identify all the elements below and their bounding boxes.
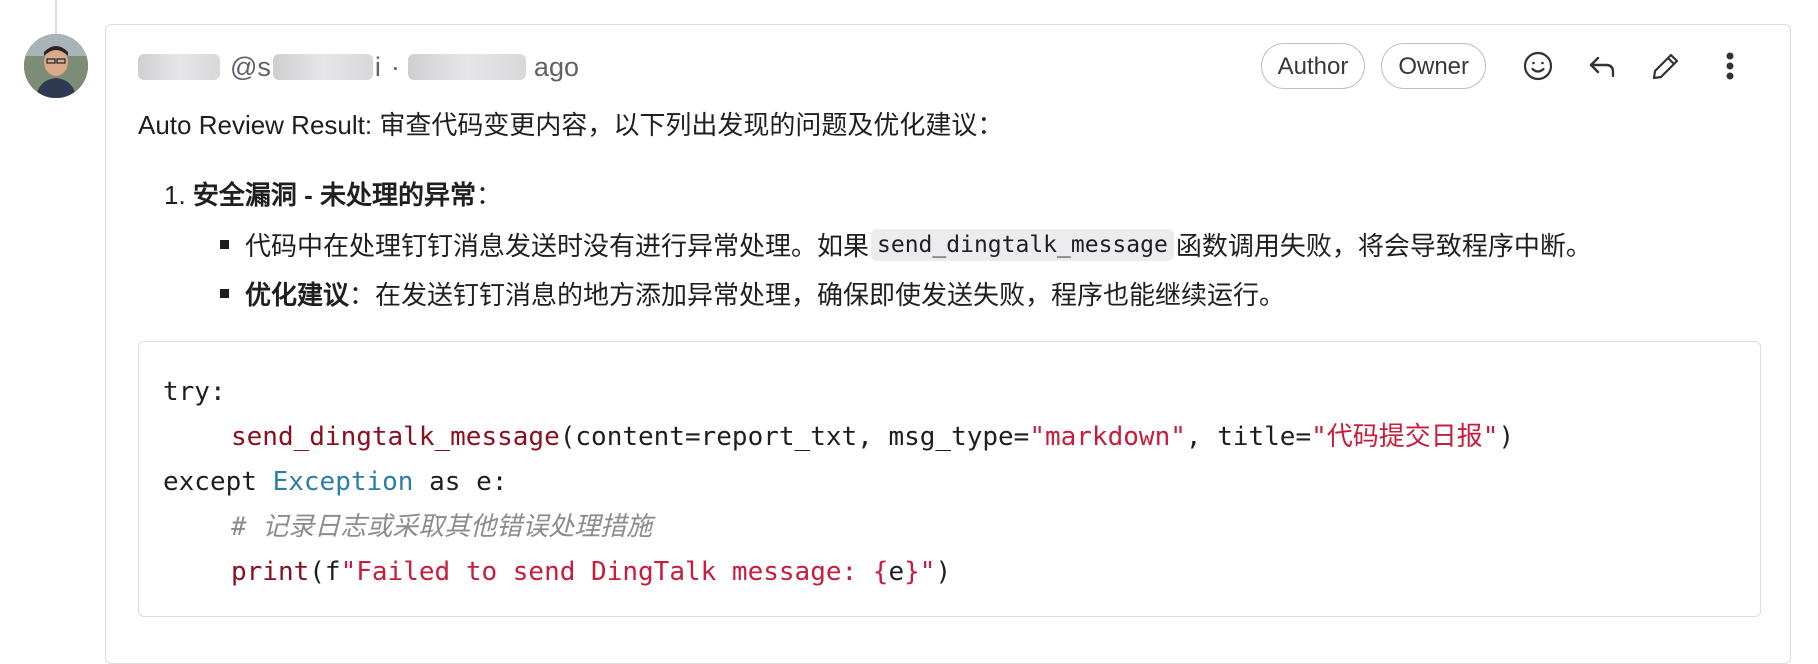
code-var: e: [888, 557, 905, 587]
code-line: print(f"Failed to send DingTalk message:…: [163, 550, 1736, 595]
timeline-line: [55, 0, 57, 36]
comment-card: @s i · ago Author Owner Auto Review Resu…: [105, 24, 1791, 664]
suggestion-text: ：在发送钉钉消息的地方添加异常处理，确保即使发送失败，程序也能继续运行。: [349, 280, 1286, 310]
pencil-icon: [1652, 53, 1679, 80]
code-as: as e:: [413, 467, 508, 497]
code-line: # 记录日志或采取其他错误处理措施: [163, 505, 1736, 550]
issue-bullet-suggestion: 优化建议 ：在发送钉钉消息的地方添加异常处理，确保即使发送失败，程序也能继续运行。: [220, 275, 1592, 312]
issue-list: 1. 安全漏洞 - 未处理的异常： 代码中在处理钉钉消息发送时没有进行异常处理。…: [164, 175, 1592, 312]
code-string: "Failed to send DingTalk message: {: [340, 557, 889, 587]
code-function-call: send_dingtalk_message: [231, 422, 560, 452]
code-block: try: send_dingtalk_message(content=repor…: [138, 341, 1761, 617]
code-try: try:: [163, 377, 226, 407]
issue-number: 1.: [164, 180, 186, 210]
code-string: }": [904, 557, 936, 587]
owner-badge: Owner: [1381, 43, 1486, 89]
inline-code: send_dingtalk_message: [871, 228, 1174, 261]
code-except: except: [163, 467, 273, 497]
code-line: try:: [163, 370, 1736, 415]
code-string: "markdown": [1029, 422, 1186, 452]
code-class: Exception: [272, 467, 414, 497]
code-args: (content=report_txt, msg_type=: [559, 422, 1030, 452]
header-separator: ·: [390, 51, 400, 82]
bullet-marker: [220, 240, 229, 249]
comment-header: @s i · ago: [138, 47, 581, 87]
add-reaction-button[interactable]: [1510, 42, 1566, 90]
comment-actions: Author Owner: [1260, 42, 1758, 90]
code-args: (f: [309, 557, 341, 587]
more-vertical-icon: [1726, 52, 1734, 80]
edit-button[interactable]: [1638, 42, 1694, 90]
author-name-redacted: [138, 54, 220, 80]
more-actions-button[interactable]: [1702, 42, 1758, 90]
issue-bullet-description: 代码中在处理钉钉消息发送时没有进行异常处理。如果 send_dingtalk_m…: [220, 226, 1592, 263]
code-comment: # 记录日志或采取其他错误处理措施: [231, 512, 653, 542]
reply-button[interactable]: [1574, 42, 1630, 90]
bullet-text-before: 代码中在处理钉钉消息发送时没有进行异常处理。如果: [245, 231, 870, 261]
code-string: "代码提交日报": [1311, 422, 1499, 452]
bullet-text-after: 函数调用失败，将会导致程序中断。: [1175, 231, 1592, 261]
timestamp-suffix[interactable]: ago: [534, 52, 579, 83]
author-handle-suffix: i: [374, 51, 381, 82]
issue-title: 安全漏洞 - 未处理的异常: [192, 180, 477, 210]
code-args: , title=: [1185, 422, 1312, 452]
suggestion-label: 优化建议: [245, 280, 350, 310]
author-handle-prefix[interactable]: @s: [230, 52, 271, 83]
bullet-marker: [220, 289, 229, 298]
author-handle-redacted: [272, 54, 373, 80]
issue-item: 1. 安全漏洞 - 未处理的异常：: [164, 175, 1592, 212]
timestamp-redacted: [407, 54, 526, 80]
code-line: except Exception as e:: [163, 460, 1736, 505]
code-function-call: print: [231, 557, 310, 587]
avatar[interactable]: [24, 34, 88, 98]
smiley-icon: [1523, 51, 1553, 81]
reply-icon: [1589, 56, 1615, 78]
issue-colon: ：: [476, 180, 503, 210]
code-line: send_dingtalk_message(content=report_txt…: [163, 415, 1736, 460]
code-paren: ): [935, 557, 952, 587]
code-paren: ): [1498, 422, 1515, 452]
review-intro: Auto Review Result: 审查代码变更内容，以下列出发现的问题及优…: [138, 110, 1004, 140]
author-badge: Author: [1260, 43, 1366, 89]
